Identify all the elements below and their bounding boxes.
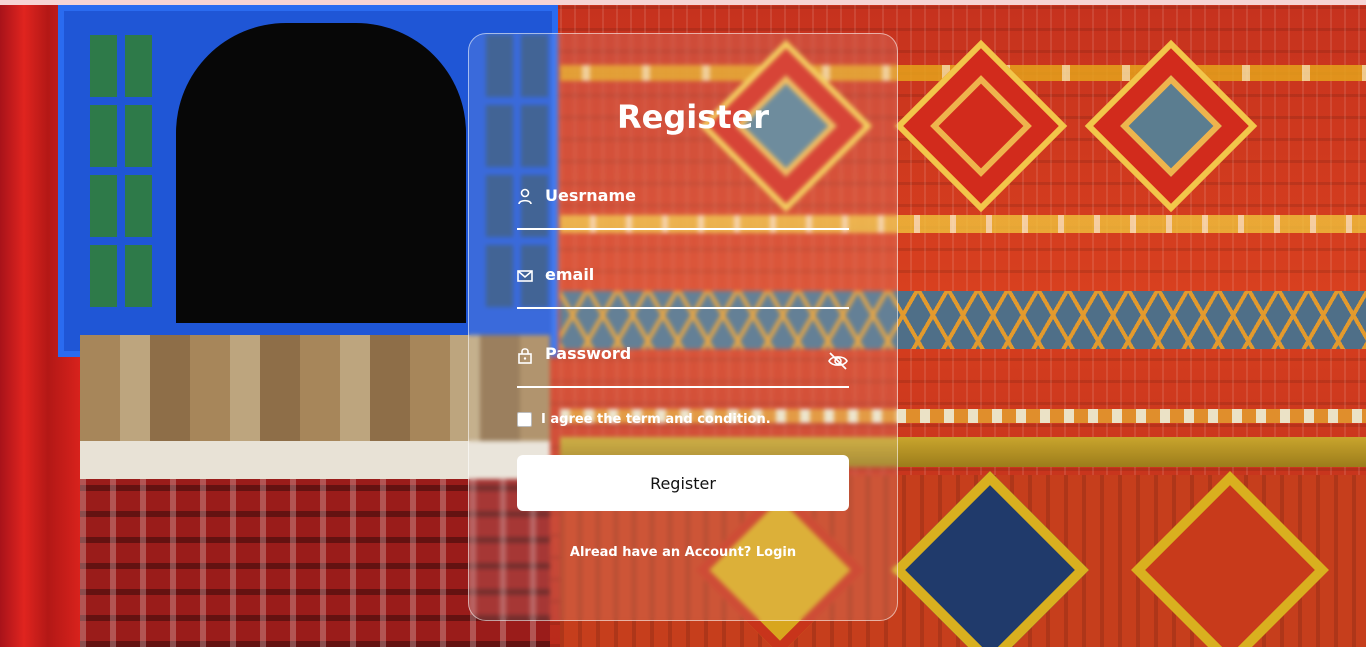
lock-icon xyxy=(517,346,535,364)
background-shutter-left xyxy=(82,35,152,315)
email-field[interactable]: email xyxy=(517,265,849,309)
username-field[interactable]: Uesrname xyxy=(517,186,849,230)
terms-checkbox[interactable] xyxy=(517,412,532,427)
terms-label: I agree the term and condition. xyxy=(541,412,771,427)
password-field[interactable]: Password xyxy=(517,344,849,388)
email-placeholder: email xyxy=(545,265,595,284)
account-prompt-text: Alread have an Account? xyxy=(569,545,752,560)
background-window-opening xyxy=(176,23,466,323)
password-placeholder: Password xyxy=(545,344,632,363)
username-placeholder: Uesrname xyxy=(545,186,636,205)
login-link[interactable]: Login xyxy=(756,545,796,560)
page-title: Register xyxy=(617,98,770,136)
user-icon xyxy=(517,188,535,206)
eye-off-icon[interactable] xyxy=(827,350,849,372)
login-prompt: Alread have an Account? Login xyxy=(517,545,849,560)
register-button[interactable]: Register xyxy=(517,455,849,511)
mail-icon xyxy=(517,267,535,285)
